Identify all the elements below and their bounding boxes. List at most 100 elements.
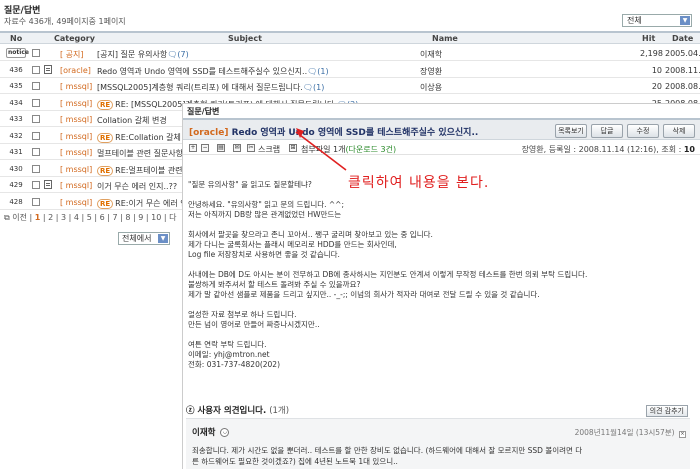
pager-page[interactable]: 10: [151, 213, 161, 222]
font-up-icon[interactable]: +: [189, 144, 197, 152]
download-count: (다운로드 3건): [345, 145, 397, 154]
row-checkbox[interactable]: [32, 181, 40, 189]
row-checkbox[interactable]: [32, 131, 40, 140]
row-subject[interactable]: RE RE:Collation 갈체 변: [97, 132, 191, 143]
row-checkbox[interactable]: [32, 65, 40, 74]
comment-date-text: 2008년11월14일 (13시57분): [574, 428, 675, 437]
attachment-icon: ⊞: [289, 144, 297, 152]
row-subject-text: [MSSQL2005]계층형 쿼리(트리포) 에 대해서 질문드립니다.: [97, 83, 303, 92]
comment-icon: ⓩ: [186, 406, 195, 416]
body-paragraph: 회사에서 팔곳을 찾으라고 존니 꼬아서.. 쨍구 굴리며 찾아보고 있는 중 …: [188, 230, 688, 260]
table-row[interactable]: notice [ 공지] [공지] 질문 유의사항🗨(7) 이재학 2,198 2005.…: [0, 45, 700, 61]
reply-button[interactable]: 답글: [591, 124, 623, 138]
row-date: 2005.04.09: [665, 49, 700, 58]
row-category: [oracle]: [60, 65, 91, 75]
comment-line: 른 하드웨어도 필요한 것이겠죠?) 집에 4년된 노트북 1대 있으니..: [192, 457, 398, 466]
comment-author: 이재학 ◡: [192, 426, 230, 438]
scrap-icon[interactable]: ✂: [247, 144, 255, 152]
board-title: 질문/답변: [4, 6, 41, 16]
body-line: 얼성한 자료 첨부로 하나 드립니다.: [188, 310, 297, 319]
row-subject[interactable]: Redo 영역과 Undo 영역에 SSD를 테스트해주실수 있으신지..🗨(1…: [97, 66, 329, 77]
article-board-title: 질문/답변: [187, 107, 220, 116]
pager-separator: |: [40, 213, 49, 222]
list-header: No Category Subject Name Hit Date: [0, 31, 700, 44]
body-line: 회사에서 팔곳을 찾으라고 존니 꼬아서.. 쨍구 굴리며 찾아보고 있는 중 …: [188, 230, 433, 239]
pager-prev[interactable]: 이전: [12, 213, 27, 222]
print-icon[interactable]: ▤: [217, 144, 225, 152]
row-no: 432: [9, 131, 23, 140]
mail-icon[interactable]: ✉: [233, 144, 241, 152]
article-buttons: 목록보기 답글 수정 삭제: [555, 124, 695, 138]
row-no: 433: [9, 115, 23, 123]
row-category: [ mssql]: [60, 98, 93, 108]
comment-bubble-icon: 🗨: [167, 50, 178, 59]
reply-icon: RE: [97, 99, 114, 110]
scope-select-value: 전체: [627, 16, 642, 25]
row-name: 이상용: [420, 83, 443, 92]
row-checkbox[interactable]: [32, 82, 40, 90]
pager-pages: | 1 | 2 | 3 | 4 | 5 | 6 | 7 | 8 | 9 | 10…: [30, 213, 170, 222]
delete-button[interactable]: 삭제: [663, 124, 695, 138]
row-no: notice: [6, 48, 29, 58]
row-subject[interactable]: Collation 갈체 변경: [97, 115, 167, 126]
body-line: Log file 저장장치로 사용하면 좋을 것 같습니다.: [188, 250, 340, 259]
row-subject-text: [공지] 질문 유의사항: [97, 50, 168, 59]
row-checkbox[interactable]: [32, 148, 40, 156]
row-category: [ mssql]: [60, 82, 93, 91]
row-no: 436: [9, 65, 23, 74]
delete-comment-icon[interactable]: ×: [679, 431, 686, 438]
edit-button[interactable]: 수정: [627, 124, 659, 138]
copy-icon: ⧉: [4, 213, 10, 222]
pager-separator: |: [79, 213, 87, 222]
attachment-link[interactable]: 첨부파일 1개(다운로드 3건): [301, 144, 396, 155]
row-category: [ mssql]: [60, 115, 93, 124]
list-button[interactable]: 목록보기: [555, 124, 587, 138]
row-subject[interactable]: 이거 무슨 에러 인지..??: [97, 181, 177, 192]
row-checkbox[interactable]: [32, 197, 40, 206]
row-checkbox[interactable]: [32, 115, 40, 123]
comments-title: 사용자 의견입니다.: [197, 406, 267, 416]
table-row[interactable]: 436 [oracle] Redo 영역과 Undo 영역에 SSD를 테스트해주실…: [0, 62, 700, 78]
body-line: 제가 말 같아선 샘플로 제품을 드리고 싶지만.. -_-;; 이넘의 회사가…: [188, 290, 540, 299]
col-subject: Subject: [228, 34, 262, 43]
scrap-button[interactable]: 스크랩: [258, 144, 280, 155]
comment-bubble-icon: 🗨: [302, 83, 314, 92]
row-subject[interactable]: RE RE:멀프테이블 관련: [97, 165, 183, 176]
row-checkbox[interactable]: [32, 164, 40, 173]
search-scope-select[interactable]: 전체에서 ▼: [118, 232, 170, 245]
article-category: [oracle]: [189, 128, 229, 138]
row-subject-text: 멀프테이블 관련 질문사항: [97, 149, 184, 158]
row-category: [ 공지]: [60, 50, 84, 59]
row-category: [ mssql]: [60, 181, 93, 190]
body-line: 사내에는 DB에 D도 아시는 분이 전무하고 DB에 종사하시는 지인분도 안…: [188, 270, 588, 279]
row-date: 2008.11.14: [665, 65, 700, 75]
row-date: 2008.08.06: [665, 82, 700, 91]
col-category: Category: [54, 34, 95, 43]
row-no: 429: [9, 181, 23, 189]
scope-select[interactable]: 전체 ▼: [622, 14, 692, 27]
font-down-icon[interactable]: −: [201, 144, 209, 152]
row-category: [ mssql]: [60, 148, 93, 157]
row-subject[interactable]: [MSSQL2005]계층형 쿼리(트리포) 에 대해서 질문드립니다.🗨(1): [97, 82, 324, 93]
row-subject[interactable]: [공지] 질문 유의사항🗨(7): [97, 49, 189, 60]
comments-count: (1개): [269, 406, 290, 416]
body-line: 전화: 031-737-4820(202): [188, 360, 281, 369]
table-row[interactable]: 435 [ mssql] [MSSQL2005]계층형 쿼리(트리포) 에 대해서 …: [0, 78, 700, 94]
col-name: Name: [432, 34, 458, 43]
body-paragraph: 사내에는 DB에 D도 아시는 분이 전무하고 DB에 종사하시는 지인분도 안…: [188, 270, 688, 300]
pager-separator: |: [91, 213, 100, 222]
row-hit: 20: [651, 82, 662, 91]
hide-comments-button[interactable]: 의견 감추기: [645, 405, 688, 417]
body-paragraph: 얼성한 자료 첨부로 하나 드립니다. 만든 넘이 영어로 만들어 짜증나시겠지만…: [188, 310, 688, 330]
registered-label: , 등록일 :: [543, 145, 577, 154]
row-category: [ mssql]: [60, 197, 93, 207]
row-checkbox[interactable]: [32, 98, 40, 107]
row-checkbox[interactable]: [32, 49, 40, 57]
row-no: 430: [9, 164, 23, 173]
row-subject[interactable]: 멀프테이블 관련 질문사항: [97, 148, 183, 159]
article-date: 2008.11.14 (12:16): [578, 145, 657, 154]
search-scope-value: 전체에서: [122, 234, 152, 243]
article-body: "질문 유의사항" 을 읽고도 질문할테냐? 안녕하세요. "유의사항" 읽고 문…: [188, 180, 688, 380]
row-subject[interactable]: RE RE:이거 무슨 에러 인: [97, 198, 188, 209]
pager-separator: |: [66, 213, 74, 222]
